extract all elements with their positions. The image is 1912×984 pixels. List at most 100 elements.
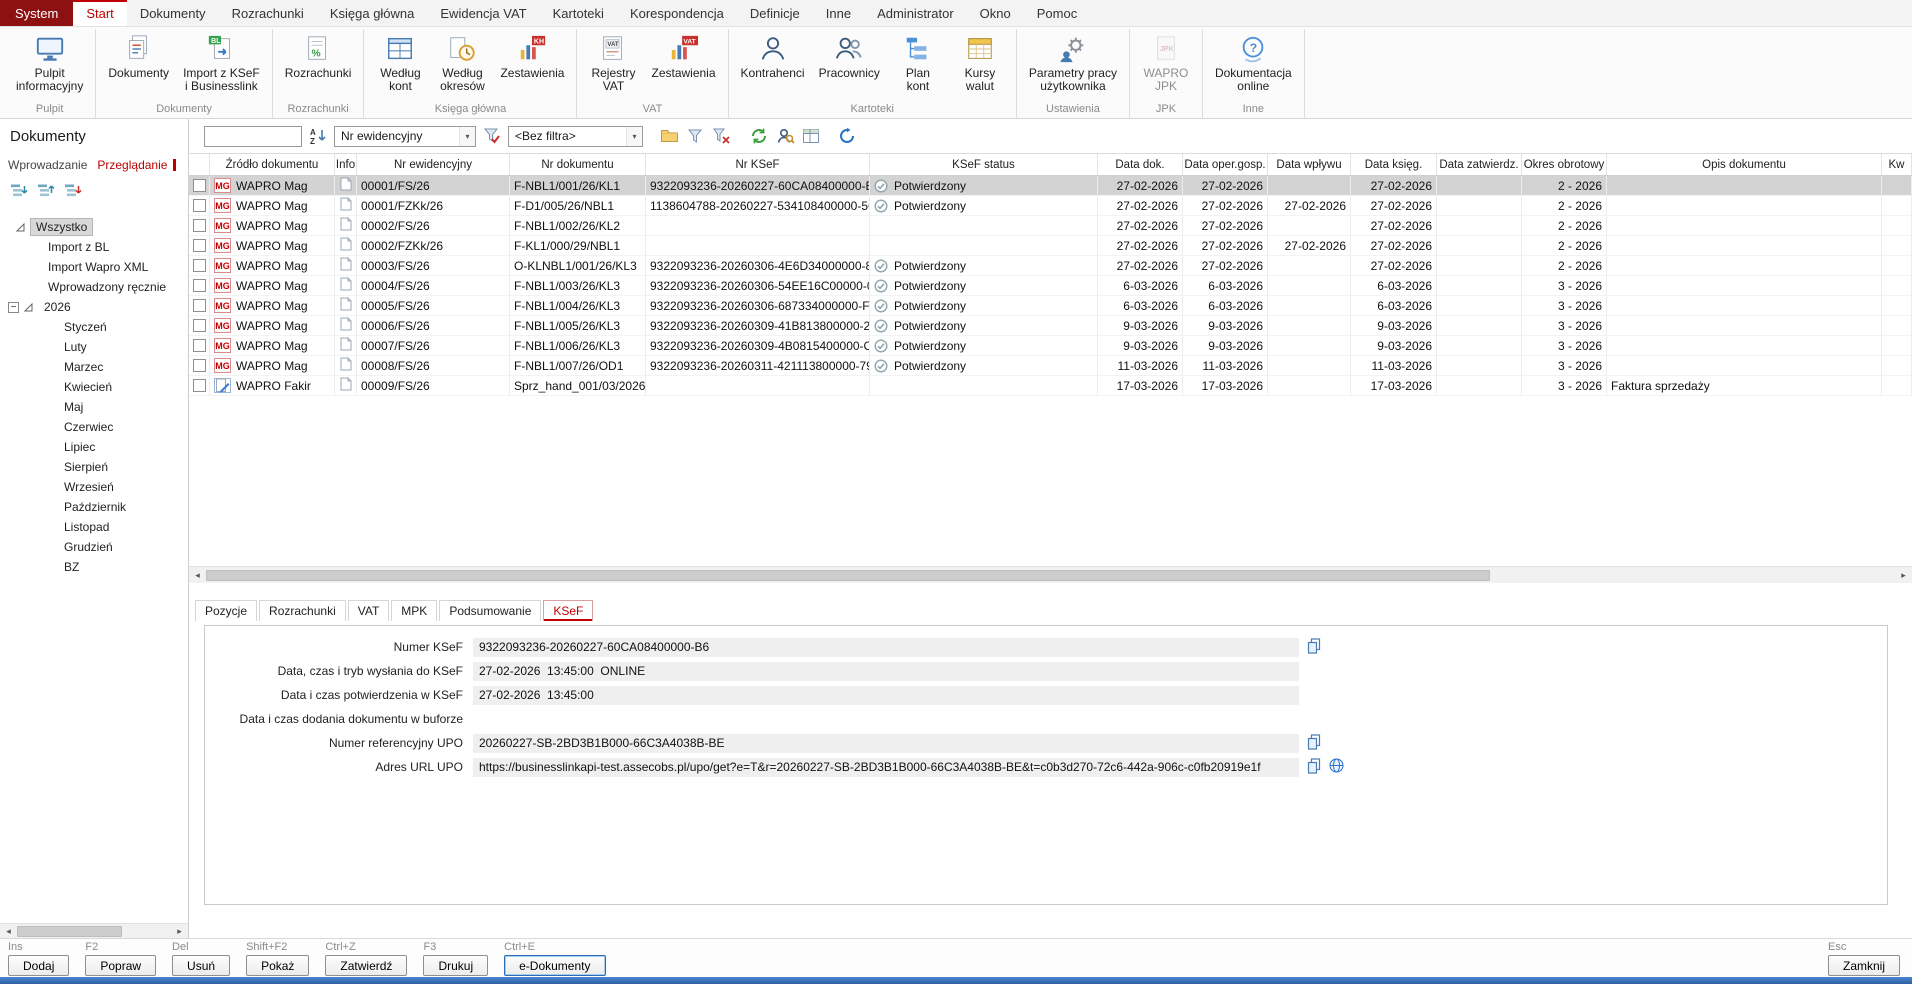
row-checkbox[interactable]: [193, 219, 206, 232]
menu-tab-ewidencja-vat[interactable]: Ewidencja VAT: [427, 0, 539, 26]
document-info-icon[interactable]: [340, 257, 352, 274]
detail-tab-podsumowanie[interactable]: Podsumowanie: [439, 600, 541, 621]
tree-item-pa-dziernik[interactable]: Październik: [0, 497, 188, 517]
sort-field-select[interactable]: Nr ewidencyjny▾: [334, 126, 476, 147]
menu-tab-start[interactable]: Start: [73, 0, 126, 26]
detail-tab-pozycje[interactable]: Pozycje: [195, 600, 257, 621]
menu-tab-kartoteki[interactable]: Kartoteki: [540, 0, 617, 26]
scroll-right-icon[interactable]: ▸: [171, 926, 188, 937]
ribbon-button-dokumentacja-online[interactable]: ?Dokumentacjaonline: [1209, 29, 1298, 95]
menu-tab-pomoc[interactable]: Pomoc: [1024, 0, 1090, 26]
panel-tab-wprowadzanie[interactable]: Wprowadzanie: [8, 158, 87, 172]
row-checkbox[interactable]: [193, 199, 206, 212]
tree-item-luty[interactable]: Luty: [0, 337, 188, 357]
ribbon-button-parametry-pracy-u-ytkownika[interactable]: Parametry pracyużytkownika: [1023, 29, 1123, 95]
table-row[interactable]: MGWAPRO Mag00006/FS/26F-NBL1/005/26/KL39…: [189, 316, 1912, 336]
expand-all-icon[interactable]: [9, 180, 29, 200]
collapse-box-icon[interactable]: −: [8, 302, 19, 313]
tree-item-grudzie[interactable]: Grudzień: [0, 537, 188, 557]
reload-icon[interactable]: [837, 126, 857, 146]
copy-icon[interactable]: [1307, 638, 1321, 657]
scrollbar-thumb[interactable]: [17, 926, 122, 937]
tree-item-sierpie[interactable]: Sierpień: [0, 457, 188, 477]
tree-item-listopad[interactable]: Listopad: [0, 517, 188, 537]
table-row[interactable]: MGWAPRO Mag00002/FZKk/26F-KL1/000/29/NBL…: [189, 236, 1912, 256]
column-header-info[interactable]: Info: [335, 154, 357, 175]
drukuj-button[interactable]: Drukuj: [423, 955, 488, 976]
find-contractor-icon[interactable]: [775, 126, 795, 146]
column-header-data_oper[interactable]: Data oper.gosp.: [1183, 154, 1268, 175]
tree-item-2026[interactable]: −2026: [0, 297, 188, 317]
copy-icon[interactable]: [1307, 758, 1321, 777]
menu-tab-inne[interactable]: Inne: [813, 0, 864, 26]
column-header-nr_dok[interactable]: Nr dokumentu: [510, 154, 646, 175]
popraw-button[interactable]: Popraw: [85, 955, 156, 976]
detail-tab-ksef[interactable]: KSeF: [543, 600, 593, 621]
filter-icon[interactable]: [685, 126, 705, 146]
column-header-nr_ksef[interactable]: Nr KSeF: [646, 154, 870, 175]
tree-item-import-wapro-xml[interactable]: Import Wapro XML: [0, 257, 188, 277]
scroll-left-icon[interactable]: ◂: [189, 570, 206, 581]
tree-item-bz[interactable]: BZ: [0, 557, 188, 577]
table-row[interactable]: MGWAPRO Mag00007/FS/26F-NBL1/006/26/KL39…: [189, 336, 1912, 356]
document-info-icon[interactable]: [340, 197, 352, 214]
ribbon-button-zestawienia[interactable]: VATZestawienia: [645, 29, 721, 82]
open-url-globe-icon[interactable]: [1329, 758, 1344, 776]
row-checkbox[interactable]: [193, 319, 206, 332]
ribbon-button-wed-ug-okres-w[interactable]: Wedługokresów: [432, 29, 492, 95]
scrollbar-track[interactable]: [17, 924, 171, 938]
row-checkbox[interactable]: [193, 339, 206, 352]
clear-filter-icon[interactable]: [711, 126, 731, 146]
panel-tab-przegl-danie[interactable]: Przeglądanie: [97, 158, 167, 172]
ribbon-button-import-z-ksef-i-businesslink[interactable]: BLImport z KSeFi Businesslink: [177, 29, 266, 95]
collapse-all-icon[interactable]: [36, 180, 56, 200]
row-checkbox[interactable]: [193, 239, 206, 252]
ribbon-button-kontrahenci[interactable]: Kontrahenci: [735, 29, 811, 82]
document-info-icon[interactable]: [340, 297, 352, 314]
tree-item-marzec[interactable]: Marzec: [0, 357, 188, 377]
row-checkbox[interactable]: [193, 259, 206, 272]
scrollbar-track[interactable]: [206, 567, 1895, 583]
e-dokumenty-button[interactable]: e-Dokumenty: [504, 955, 605, 976]
document-info-icon[interactable]: [340, 377, 352, 394]
column-header-data_wplywu[interactable]: Data wpływu: [1268, 154, 1351, 175]
document-info-icon[interactable]: [340, 217, 352, 234]
row-checkbox[interactable]: [193, 379, 206, 392]
column-header-data_dok[interactable]: Data dok.: [1098, 154, 1183, 175]
refresh-tree-icon[interactable]: [63, 180, 83, 200]
table-row[interactable]: WAPRO Fakir00009/FS/26Sprz_hand_001/03/2…: [189, 376, 1912, 396]
table-row[interactable]: MGWAPRO Mag00002/FS/26F-NBL1/002/26/KL22…: [189, 216, 1912, 236]
tree-item-wprowadzony-r-cznie[interactable]: Wprowadzony ręcznie: [0, 277, 188, 297]
table-row[interactable]: MGWAPRO Mag00001/FZKk/26F-D1/005/26/NBL1…: [189, 196, 1912, 216]
ribbon-button-dokumenty[interactable]: Dokumenty: [102, 29, 175, 82]
column-header-source[interactable]: Źródło dokumentu: [210, 154, 335, 175]
tree-item-import-z-bl[interactable]: Import z BL: [0, 237, 188, 257]
table-row[interactable]: MGWAPRO Mag00004/FS/26F-NBL1/003/26/KL39…: [189, 276, 1912, 296]
ribbon-button-pracownicy[interactable]: Pracownicy: [813, 29, 886, 82]
tree-item-stycze[interactable]: Styczeń: [0, 317, 188, 337]
table-row[interactable]: MGWAPRO Mag00005/FS/26F-NBL1/004/26/KL39…: [189, 296, 1912, 316]
refresh-icon[interactable]: [749, 126, 769, 146]
tree-item-kwiecie[interactable]: Kwiecień: [0, 377, 188, 397]
tree-item-maj[interactable]: Maj: [0, 397, 188, 417]
column-header-okres[interactable]: Okres obrotowy: [1522, 154, 1607, 175]
column-header-nr_ewid[interactable]: Nr ewidencyjny: [357, 154, 510, 175]
document-info-icon[interactable]: [340, 357, 352, 374]
system-menu-button[interactable]: System: [0, 0, 73, 26]
menu-tab-dokumenty[interactable]: Dokumenty: [127, 0, 219, 26]
ribbon-button-wed-ug-kont[interactable]: Wedługkont: [370, 29, 430, 95]
ribbon-button-rozrachunki[interactable]: %Rozrachunki: [279, 29, 358, 82]
column-header-opis[interactable]: Opis dokumentu: [1607, 154, 1882, 175]
dodaj-button[interactable]: Dodaj: [8, 955, 69, 976]
zatwierd-button[interactable]: Zatwierdź: [325, 955, 407, 976]
scroll-left-icon[interactable]: ◂: [0, 926, 17, 937]
detail-tab-rozrachunki[interactable]: Rozrachunki: [259, 600, 346, 621]
tree-item-wszystko[interactable]: Wszystko: [0, 217, 188, 237]
ribbon-button-rejestry-vat[interactable]: VATRejestryVAT: [583, 29, 643, 95]
menu-tab-definicje[interactable]: Definicje: [737, 0, 813, 26]
menu-tab-korespondencja[interactable]: Korespondencja: [617, 0, 737, 26]
row-checkbox[interactable]: [193, 179, 206, 192]
tree-item-lipiec[interactable]: Lipiec: [0, 437, 188, 457]
document-info-icon[interactable]: [340, 277, 352, 294]
document-info-icon[interactable]: [340, 177, 352, 194]
